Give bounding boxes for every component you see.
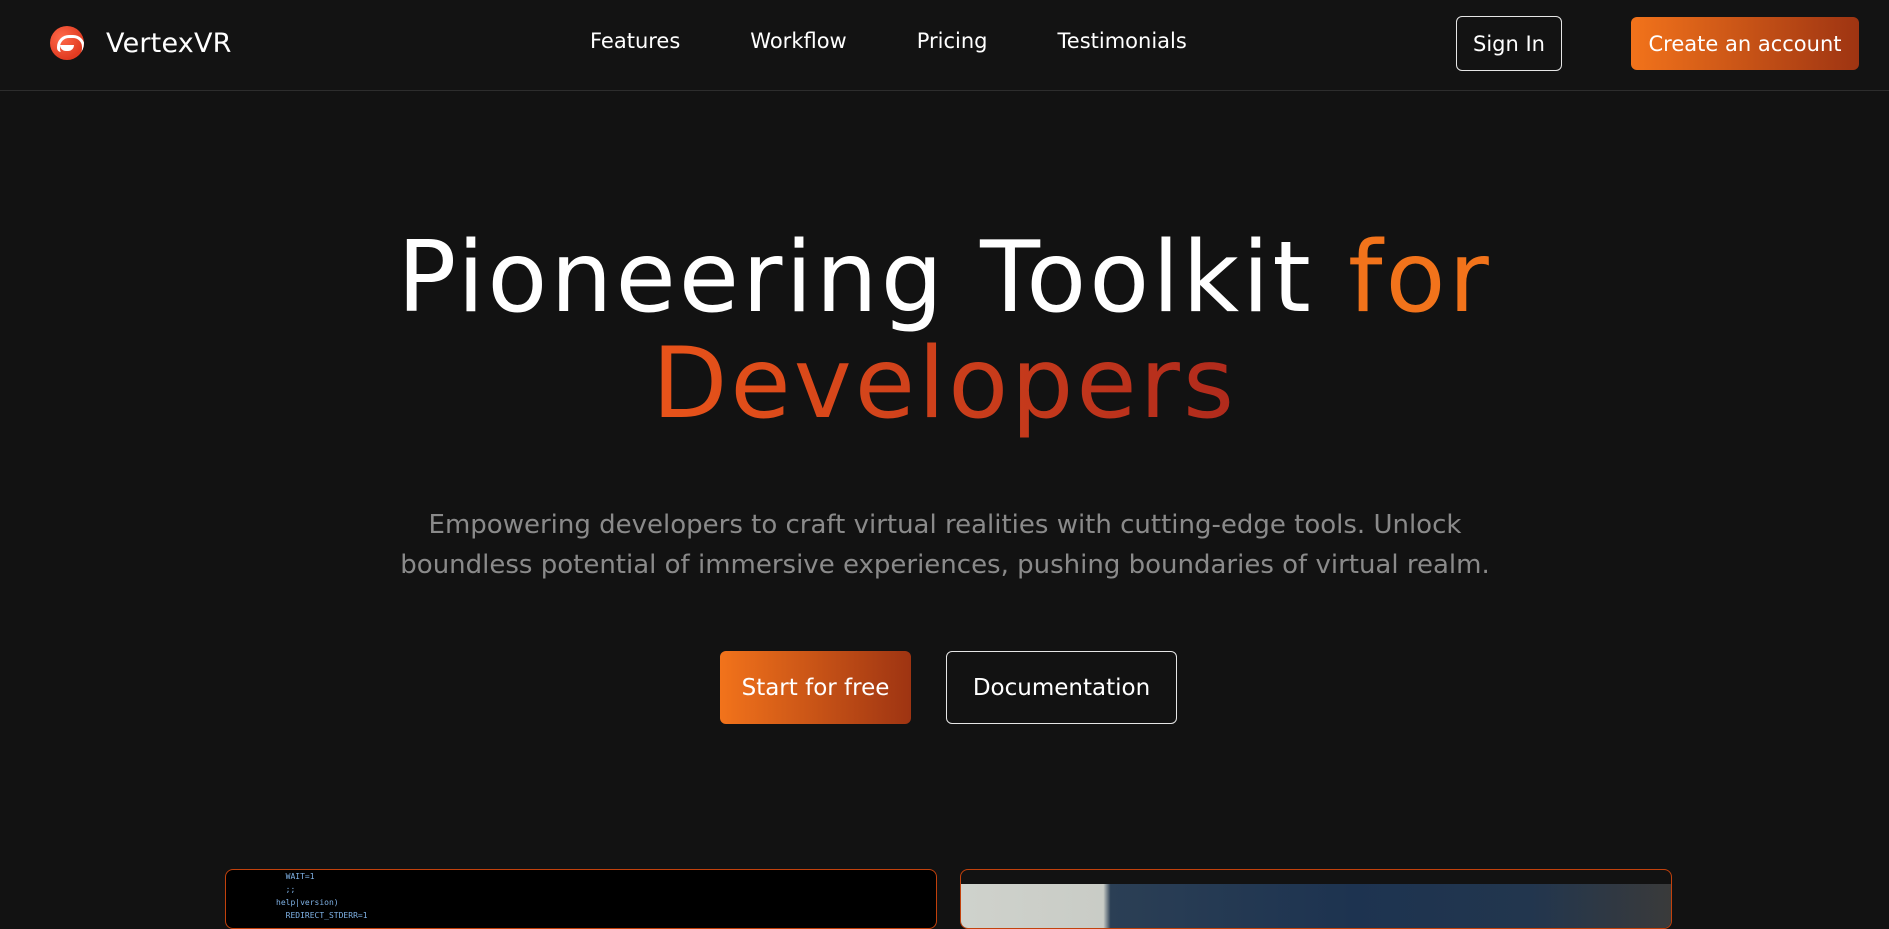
- preview-image: [961, 884, 1671, 928]
- nav-link-features[interactable]: Features: [590, 29, 680, 53]
- code-snippet: WAIT=1 ;; help|version) REDIRECT_STDERR=…: [276, 870, 368, 922]
- main-nav: Features Workflow Pricing Testimonials: [590, 29, 1257, 53]
- top-navbar: VertexVR Features Workflow Pricing Testi…: [0, 0, 1889, 91]
- hero-subtitle: Empowering developers to craft virtual r…: [400, 510, 1490, 580]
- code-line: WAIT=1: [276, 872, 315, 881]
- nav-link-testimonials[interactable]: Testimonials: [1058, 29, 1187, 53]
- hero-title-main: Pioneering Toolkit: [397, 221, 1348, 335]
- brand-name: VertexVR: [106, 27, 232, 59]
- hero-title: Pioneering Toolkit for Developers: [0, 225, 1889, 437]
- nav-link-workflow[interactable]: Workflow: [750, 29, 846, 53]
- hero-title-accent: for: [1347, 221, 1492, 335]
- create-account-button[interactable]: Create an account: [1631, 17, 1859, 70]
- code-line: ;;: [276, 885, 296, 894]
- sign-in-button[interactable]: Sign In: [1456, 16, 1562, 71]
- code-line: REDIRECT_STDERR=1: [276, 911, 368, 920]
- code-preview-card: WAIT=1 ;; help|version) REDIRECT_STDERR=…: [225, 869, 937, 929]
- vr-headset-icon: [50, 26, 84, 60]
- hero-title-highlight: Developers: [651, 327, 1238, 441]
- brand[interactable]: VertexVR: [50, 26, 232, 60]
- nav-link-pricing[interactable]: Pricing: [917, 29, 988, 53]
- code-line: help|version): [276, 898, 339, 907]
- start-for-free-button[interactable]: Start for free: [720, 651, 911, 724]
- documentation-button[interactable]: Documentation: [946, 651, 1177, 724]
- image-preview-card: [960, 869, 1672, 929]
